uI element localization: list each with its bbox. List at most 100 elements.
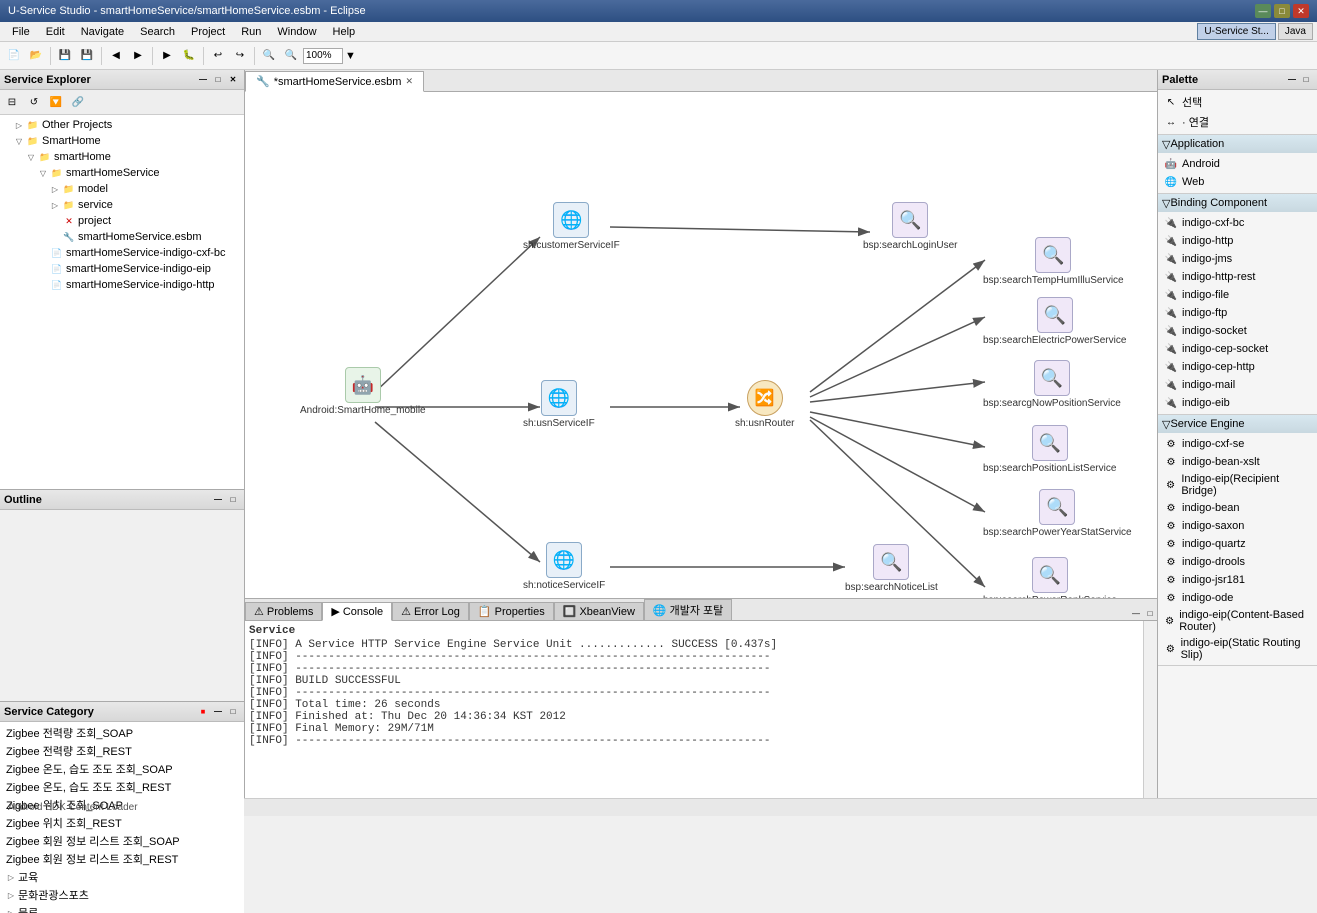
menu-window[interactable]: Window xyxy=(269,24,324,40)
tree-item-indigo-http[interactable]: ▷ 📄 smartHomeService-indigo-http xyxy=(2,277,242,293)
palette-item-cxf-se[interactable]: ⚙indigo-cxf-se xyxy=(1162,435,1313,453)
se-refresh[interactable]: ↺ xyxy=(24,92,44,112)
node-usn-service-if[interactable]: 🌐 sh:usnServiceIF xyxy=(523,380,595,429)
palette-item-saxon[interactable]: ⚙indigo-saxon xyxy=(1162,517,1313,535)
tree-item-indigo-eip[interactable]: ▷ 📄 smartHomeService-indigo-eip xyxy=(2,261,242,277)
menu-file[interactable]: File xyxy=(4,24,38,40)
forward-button[interactable]: ▶ xyxy=(128,46,148,66)
redo-button[interactable]: ↪ xyxy=(230,46,250,66)
palette-item-cxf-bc[interactable]: 🔌indigo-cxf-bc xyxy=(1162,214,1313,232)
node-search-power-year[interactable]: 🔍 bsp:searchPowerYearStatService xyxy=(983,489,1132,538)
sc-item-zigbee-soap4[interactable]: Zigbee 회원 정보 리스트 조회_SOAP xyxy=(2,832,242,850)
menu-search[interactable]: Search xyxy=(132,24,183,40)
node-search-power-rank[interactable]: 🔍 bsp:searchPowerRankService xyxy=(983,557,1117,598)
minimize-button[interactable]: — xyxy=(1255,4,1271,18)
palette-item-connect[interactable]: ↔ · 연결 xyxy=(1162,112,1313,132)
save-all-button[interactable]: 💾 xyxy=(77,46,97,66)
palette-minimize[interactable]: — xyxy=(1285,73,1299,87)
sc-stop-button[interactable]: ⏹ xyxy=(196,705,210,719)
palette-item-static-routing[interactable]: ⚙indigo-eip(Static Routing Slip) xyxy=(1162,635,1313,663)
palette-item-recipient-bridge[interactable]: ⚙Indigo-eip(Recipient Bridge) xyxy=(1162,471,1313,499)
palette-application-header[interactable]: ▽ Application xyxy=(1158,135,1317,153)
sc-maximize[interactable]: □ xyxy=(226,705,240,719)
undo-button[interactable]: ↩ xyxy=(208,46,228,66)
palette-item-cep-socket[interactable]: 🔌indigo-cep-socket xyxy=(1162,340,1313,358)
zoom-out-button[interactable]: 🔍 xyxy=(281,46,301,66)
se-minimize-button[interactable]: — xyxy=(196,73,210,87)
tree-item-smarthome-sub[interactable]: ▽ 📁 smartHome xyxy=(2,149,242,165)
palette-item-ftp[interactable]: 🔌indigo-ftp xyxy=(1162,304,1313,322)
tree-item-service[interactable]: ▷ 📁 service xyxy=(2,197,242,213)
zoom-input[interactable] xyxy=(303,48,343,64)
palette-item-bean-xslt[interactable]: ⚙indigo-bean-xslt xyxy=(1162,453,1313,471)
palette-item-jms[interactable]: 🔌indigo-jms xyxy=(1162,250,1313,268)
palette-item-file[interactable]: 🔌indigo-file xyxy=(1162,286,1313,304)
new-button[interactable]: 📄 xyxy=(4,46,24,66)
expand-service[interactable]: ▷ xyxy=(50,200,60,210)
sc-item-zigbee-soap2[interactable]: Zigbee 온도, 습도 조도 조회_SOAP xyxy=(2,760,242,778)
tab-properties[interactable]: 📋 Properties xyxy=(469,602,554,620)
palette-item-quartz[interactable]: ⚙indigo-quartz xyxy=(1162,535,1313,553)
sc-item-edu[interactable]: ▷ 교육 xyxy=(2,868,242,886)
tree-item-esbm[interactable]: ▷ 🔧 smartHomeService.esbm xyxy=(2,229,242,245)
back-button[interactable]: ◀ xyxy=(106,46,126,66)
expand-smarthomeservice[interactable]: ▽ xyxy=(38,168,48,178)
tab-problems[interactable]: ⚠ Problems xyxy=(245,602,322,620)
expand-model[interactable]: ▷ xyxy=(50,184,60,194)
palette-item-android[interactable]: 🤖 Android xyxy=(1162,155,1313,173)
editor-tab-esbm[interactable]: 🔧 *smartHomeService.esbm ✕ xyxy=(245,71,424,92)
tab-close-button[interactable]: ✕ xyxy=(405,76,413,87)
menu-run[interactable]: Run xyxy=(233,24,269,40)
sc-minimize[interactable]: — xyxy=(211,705,225,719)
maximize-button[interactable]: □ xyxy=(1274,4,1290,18)
expand-smarthome-sub[interactable]: ▽ xyxy=(26,152,36,162)
palette-service-engine-header[interactable]: ▽ Service Engine xyxy=(1158,415,1317,433)
tree-item-indigo-cxf-bc[interactable]: ▷ 📄 smartHomeService-indigo-cxf-bc xyxy=(2,245,242,261)
sc-item-zigbee-rest1[interactable]: Zigbee 전력량 조회_REST xyxy=(2,742,242,760)
tab-error-log[interactable]: ⚠ Error Log xyxy=(392,602,469,620)
node-search-login-user[interactable]: 🔍 bsp:searchLoginUser xyxy=(863,202,958,251)
palette-item-select[interactable]: ↖ 선택 xyxy=(1162,92,1313,112)
node-search-temp[interactable]: 🔍 bsp:searchTempHumIlluService xyxy=(983,237,1124,286)
palette-item-http-rest[interactable]: 🔌indigo-http-rest xyxy=(1162,268,1313,286)
se-filter[interactable]: 🔽 xyxy=(46,92,66,112)
diagram-canvas[interactable]: 🤖 Android:SmartHome_mobile 🌐 sh:customer… xyxy=(245,92,1157,598)
se-maximize-button[interactable]: □ xyxy=(211,73,225,87)
outline-maximize[interactable]: □ xyxy=(226,493,240,507)
tab-console[interactable]: ▶ Console xyxy=(322,602,392,621)
palette-item-http[interactable]: 🔌indigo-http xyxy=(1162,232,1313,250)
node-search-position-list[interactable]: 🔍 bsp:searchPositionListService xyxy=(983,425,1116,474)
tree-item-other-projects[interactable]: ▷ 📁 Other Projects xyxy=(2,117,242,133)
tab-devportal[interactable]: 🌐 개발자 포탈 xyxy=(644,599,732,620)
sc-item-zigbee-rest4[interactable]: Zigbee 회원 정보 리스트 조회_REST xyxy=(2,850,242,868)
perspective-java[interactable]: Java xyxy=(1278,23,1313,40)
palette-binding-header[interactable]: ▽ Binding Component xyxy=(1158,194,1317,212)
zoom-dropdown[interactable]: ▼ xyxy=(345,50,356,62)
palette-item-ode[interactable]: ⚙indigo-ode xyxy=(1162,589,1313,607)
palette-item-drools[interactable]: ⚙indigo-drools xyxy=(1162,553,1313,571)
save-button[interactable]: 💾 xyxy=(55,46,75,66)
palette-item-eib[interactable]: 🔌indigo-eib xyxy=(1162,394,1313,412)
tab-xbeanview[interactable]: 🔲 XbeanView xyxy=(554,602,644,620)
node-search-electric[interactable]: 🔍 bsp:searchElectricPowerService xyxy=(983,297,1126,346)
node-notice-service-if[interactable]: 🌐 sh:noticeServiceIF xyxy=(523,542,605,591)
console-maximize[interactable]: □ xyxy=(1143,606,1157,620)
open-button[interactable]: 📂 xyxy=(26,46,46,66)
sc-item-zigbee-rest2[interactable]: Zigbee 온도, 습도 조도 조회_REST xyxy=(2,778,242,796)
palette-item-socket[interactable]: 🔌indigo-socket xyxy=(1162,322,1313,340)
palette-item-bean[interactable]: ⚙indigo-bean xyxy=(1162,499,1313,517)
se-close-button[interactable]: ✕ xyxy=(226,73,240,87)
sc-item-zigbee-rest3[interactable]: Zigbee 위치 조회_REST xyxy=(2,814,242,832)
sc-item-zigbee-soap1[interactable]: Zigbee 전력량 조회_SOAP xyxy=(2,724,242,742)
node-usn-router[interactable]: 🔀 sh:usnRouter xyxy=(735,380,794,429)
outline-minimize[interactable]: — xyxy=(211,493,225,507)
se-link[interactable]: 🔗 xyxy=(68,92,88,112)
menu-help[interactable]: Help xyxy=(325,24,364,40)
node-android[interactable]: 🤖 Android:SmartHome_mobile xyxy=(300,367,426,416)
menu-edit[interactable]: Edit xyxy=(38,24,73,40)
perspective-uservice[interactable]: U-Service St... xyxy=(1197,23,1275,40)
sc-item-logistics[interactable]: ▷ 물류 xyxy=(2,904,242,913)
sc-item-culture[interactable]: ▷ 문화관광스포츠 xyxy=(2,886,242,904)
node-search-notice[interactable]: 🔍 bsp:searchNoticeList xyxy=(845,544,938,593)
node-search-position[interactable]: 🔍 bsp:searcgNowPositionService xyxy=(983,360,1121,409)
